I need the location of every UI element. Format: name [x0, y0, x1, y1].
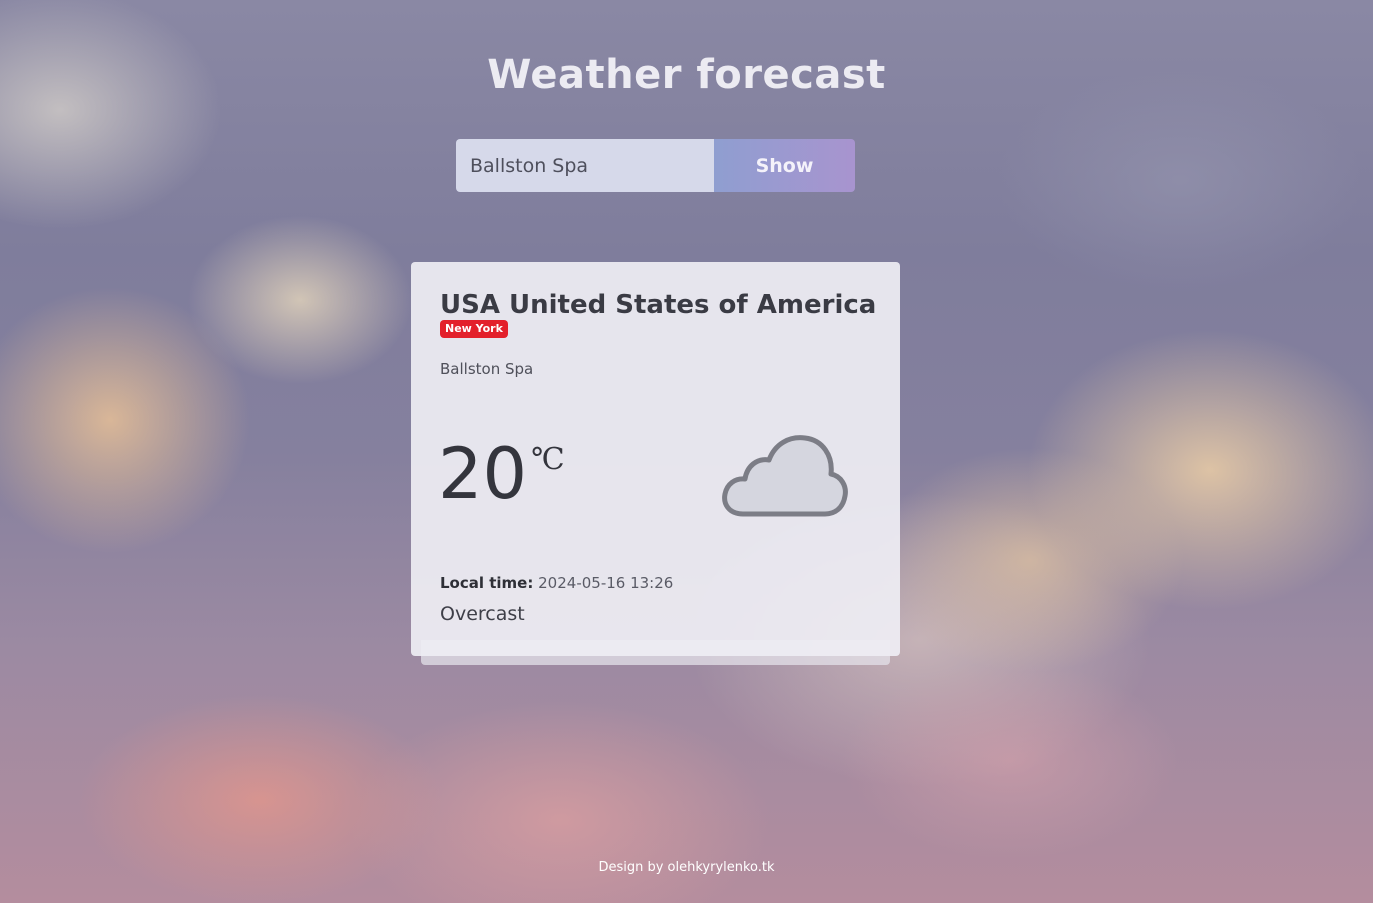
- footer-credit: Design by olehkyrylenko.tk: [598, 860, 775, 875]
- region-badge: New York: [440, 320, 508, 338]
- weather-condition: Overcast: [440, 603, 525, 625]
- city-search-input[interactable]: [456, 139, 714, 192]
- cloud-icon: [722, 435, 848, 517]
- temperature: 20 ℃: [438, 434, 565, 514]
- country-name: USA United States of America: [440, 290, 877, 320]
- search-form: Show: [456, 139, 855, 192]
- weather-card: USA United States of America New York Ba…: [411, 262, 900, 656]
- temperature-unit: ℃: [531, 442, 565, 477]
- city-name: Ballston Spa: [440, 360, 534, 378]
- local-time-label: Local time:: [440, 574, 534, 592]
- page: Weather forecast Show USA United States …: [0, 0, 1373, 903]
- local-time: Local time: 2024-05-16 13:26: [440, 574, 673, 592]
- show-button[interactable]: Show: [714, 139, 855, 192]
- page-title: Weather forecast: [487, 52, 886, 98]
- local-time-value: 2024-05-16 13:26: [538, 574, 674, 592]
- temperature-value: 20: [438, 433, 528, 515]
